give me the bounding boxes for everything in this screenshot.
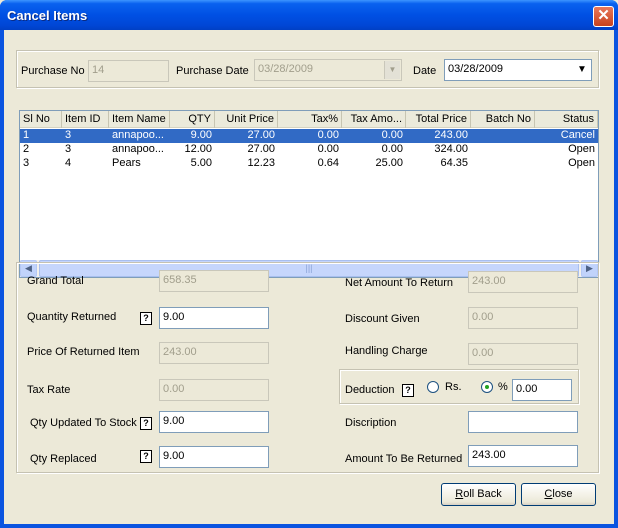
- col-qty[interactable]: QTY: [170, 111, 215, 128]
- col-item-name[interactable]: Item Name: [109, 111, 170, 128]
- cell-unit-price: 27.00: [247, 143, 275, 155]
- cell-tax-amount: 0.00: [381, 143, 403, 155]
- col-tax-pct[interactable]: Tax%: [278, 111, 342, 128]
- col-unit-price[interactable]: Unit Price: [215, 111, 278, 128]
- cell-tax-amount: 0.00: [381, 129, 403, 141]
- purchase-date-value: 03/28/2009: [258, 63, 314, 75]
- qty-updated-label: Qty Updated To Stock: [30, 417, 137, 429]
- help-icon[interactable]: ?: [140, 417, 152, 430]
- grand-total-field[interactable]: 658.35: [159, 270, 269, 292]
- cell-qty: 9.00: [190, 129, 212, 141]
- table-row[interactable]: 1 3 annapoo... 9.00 27.00 0.00 0.00 243.…: [20, 129, 598, 143]
- cell-status: Open: [568, 157, 595, 169]
- handling-field[interactable]: 0.00: [468, 343, 578, 365]
- cell-batch-no: [471, 143, 535, 157]
- qty-replaced-label: Qty Replaced: [30, 453, 97, 465]
- dialog-client: Purchase No 14 Purchase Date 03/28/2009 …: [4, 30, 614, 524]
- net-amount-label: Net Amount To Return: [345, 277, 454, 289]
- table-row[interactable]: 3 4 Pears 5.00 12.23 0.64 25.00 64.35 Op…: [20, 157, 598, 171]
- cell-status: Cancel: [560, 129, 595, 141]
- date-label: Date: [413, 65, 437, 77]
- cell-item-id: 3: [65, 143, 72, 155]
- return-details-group: [16, 262, 599, 473]
- qty-returned-input[interactable]: 9.00: [159, 307, 269, 329]
- cell-batch-no: [471, 157, 535, 171]
- rollback-mnemonic: R: [455, 488, 464, 500]
- price-returned-label: Price Of Returned Item: [27, 346, 140, 358]
- cell-batch-no: [471, 129, 535, 143]
- deduction-rs-radio[interactable]: [427, 381, 439, 393]
- purchase-no-field[interactable]: 14: [88, 60, 169, 82]
- description-input[interactable]: [468, 411, 578, 433]
- amount-returned-input[interactable]: 243.00: [468, 445, 578, 467]
- window-title: Cancel Items: [7, 8, 88, 23]
- chevron-down-icon[interactable]: ▼: [574, 61, 590, 79]
- deduction-pct-radio[interactable]: [481, 381, 493, 393]
- cell-tax-amount: 25.00: [375, 157, 403, 169]
- cell-total-price: 64.35: [440, 157, 468, 169]
- col-batch-no[interactable]: Batch No: [471, 111, 535, 128]
- cell-total-price: 324.00: [434, 143, 468, 155]
- qty-replaced-input[interactable]: 9.00: [159, 446, 269, 468]
- cell-item-id: 4: [65, 157, 72, 169]
- amount-returned-label: Amount To Be Returned: [345, 453, 463, 465]
- col-tax-amount[interactable]: Tax Amo...: [342, 111, 406, 128]
- close-label: lose: [552, 488, 573, 500]
- cell-qty: 5.00: [190, 157, 212, 169]
- qty-returned-label: Quantity Returned: [27, 311, 117, 323]
- cell-sl-no: 3: [23, 157, 30, 169]
- chevron-down-icon[interactable]: ▼: [384, 61, 400, 79]
- cell-sl-no: 1: [23, 129, 30, 141]
- close-window-button[interactable]: ✕: [593, 6, 614, 27]
- listview-header: Sl No Item ID Item Name QTY Unit Price T…: [20, 111, 598, 128]
- cell-tax-pct: 0.00: [317, 143, 339, 155]
- dialog-window: Cancel Items ✕ Purchase No 14 Purchase D…: [0, 0, 618, 528]
- tax-rate-field[interactable]: 0.00: [159, 379, 269, 401]
- table-row[interactable]: 2 3 annapoo... 12.00 27.00 0.00 0.00 324…: [20, 143, 598, 157]
- handling-label: Handling Charge: [345, 345, 428, 357]
- purchase-date-combo[interactable]: 03/28/2009 ▼: [254, 59, 402, 81]
- date-value: 03/28/2009: [448, 63, 504, 75]
- rollback-label: oll Back: [463, 488, 502, 500]
- close-button[interactable]: Close: [521, 483, 596, 506]
- items-listview[interactable]: Sl No Item ID Item Name QTY Unit Price T…: [19, 110, 599, 278]
- close-icon: ✕: [597, 7, 610, 24]
- grand-total-label: Grand Total: [27, 275, 84, 287]
- qty-updated-input[interactable]: 9.00: [159, 411, 269, 433]
- help-icon[interactable]: ?: [140, 450, 152, 463]
- date-combo[interactable]: 03/28/2009 ▼: [444, 59, 592, 81]
- rollback-button[interactable]: Roll Back: [441, 483, 516, 506]
- discount-label: Discount Given: [345, 313, 420, 325]
- col-status[interactable]: Status: [535, 111, 598, 128]
- net-amount-field[interactable]: 243.00: [468, 271, 578, 293]
- cell-unit-price: 12.23: [247, 157, 275, 169]
- cell-qty: 12.00: [184, 143, 212, 155]
- deduction-label: Deduction: [345, 384, 395, 396]
- help-icon[interactable]: ?: [140, 312, 152, 325]
- cell-item-id: 3: [65, 129, 72, 141]
- deduction-pct-label: %: [498, 381, 508, 393]
- cell-unit-price: 27.00: [247, 129, 275, 141]
- cell-item-name: annapoo...: [112, 143, 164, 155]
- cell-sl-no: 2: [23, 143, 30, 155]
- cell-item-name: annapoo...: [112, 129, 164, 141]
- purchase-date-label: Purchase Date: [176, 65, 249, 77]
- col-item-id[interactable]: Item ID: [62, 111, 109, 128]
- price-returned-field[interactable]: 243.00: [159, 342, 269, 364]
- purchase-no-label: Purchase No: [21, 65, 85, 77]
- discount-field[interactable]: 0.00: [468, 307, 578, 329]
- deduction-input[interactable]: 0.00: [512, 379, 572, 401]
- col-sl-no[interactable]: Sl No: [20, 111, 62, 128]
- cell-total-price: 243.00: [434, 129, 468, 141]
- cell-item-name: Pears: [112, 157, 141, 169]
- tax-rate-label: Tax Rate: [27, 384, 71, 396]
- deduction-rs-label: Rs.: [445, 381, 462, 393]
- cell-tax-pct: 0.00: [317, 129, 339, 141]
- title-bar[interactable]: Cancel Items ✕: [0, 0, 618, 30]
- description-label: Discription: [345, 417, 397, 429]
- help-icon[interactable]: ?: [402, 384, 414, 397]
- col-total-price[interactable]: Total Price: [406, 111, 471, 128]
- cell-tax-pct: 0.64: [317, 157, 339, 169]
- cell-status: Open: [568, 143, 595, 155]
